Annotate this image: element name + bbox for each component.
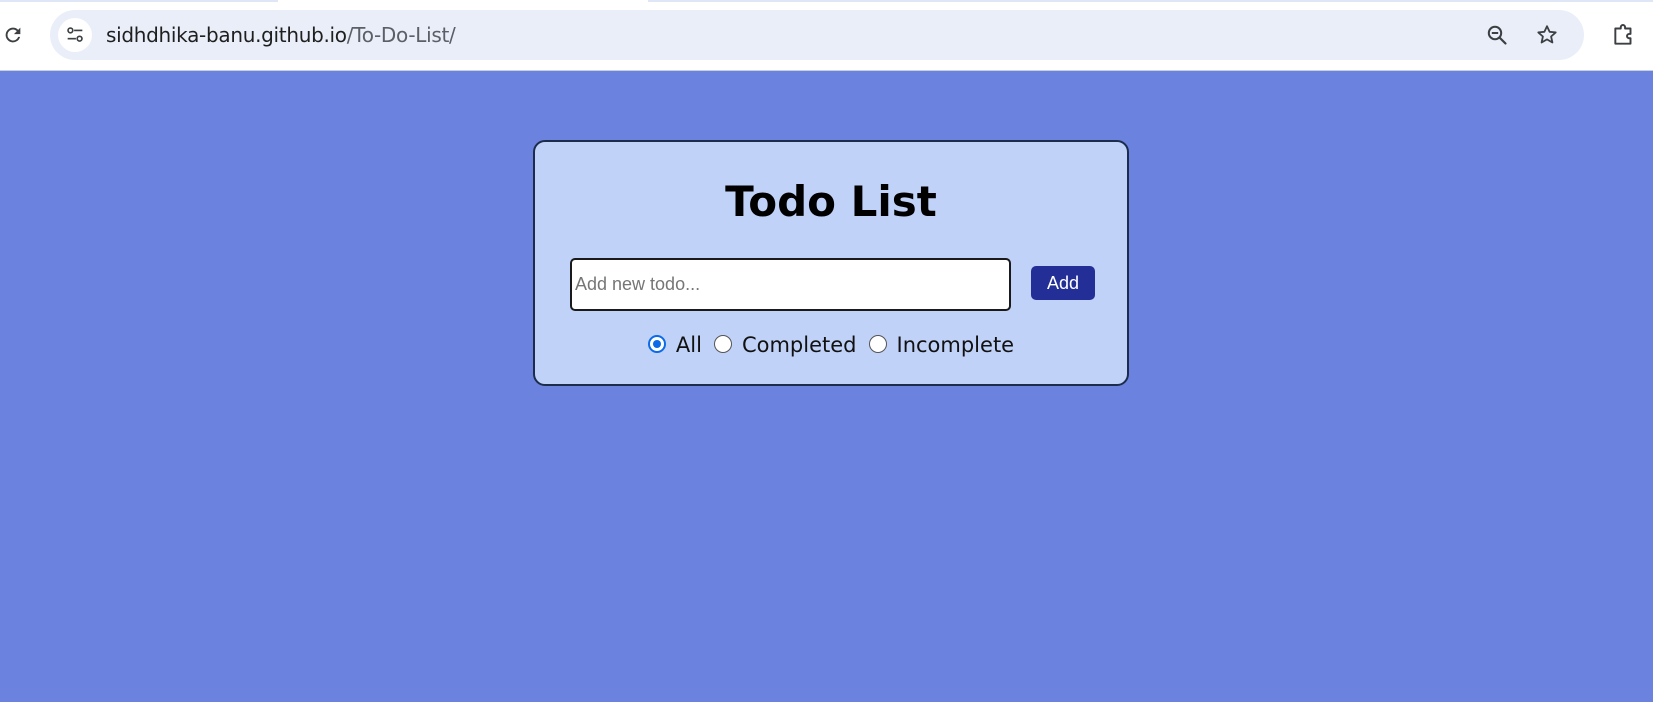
- filter-all-radio[interactable]: [647, 335, 666, 353]
- zoom-out-icon: [1487, 25, 1507, 45]
- zoom-button[interactable]: [1482, 20, 1512, 50]
- url-path: /To-Do-List/: [346, 23, 456, 47]
- active-tab-edge: [278, 0, 648, 2]
- filter-incomplete[interactable]: Incomplete: [868, 333, 1015, 357]
- site-info-button[interactable]: [58, 18, 92, 52]
- filter-group: All Completed Incomplete: [535, 328, 1127, 362]
- page-title: Todo List: [725, 177, 937, 226]
- address-bar[interactable]: sidhdhika-banu.github.io/To-Do-List/: [50, 10, 1584, 60]
- extensions-button[interactable]: [1608, 19, 1640, 51]
- tab-strip-edge: [0, 0, 1653, 2]
- filter-incomplete-radio[interactable]: [868, 335, 887, 353]
- filter-completed-label: Completed: [741, 333, 857, 357]
- star-icon: [1537, 25, 1557, 44]
- reload-button[interactable]: [0, 22, 26, 48]
- filter-all-label: All: [675, 333, 702, 357]
- puzzle-icon: [1614, 24, 1632, 45]
- browser-toolbar: sidhdhika-banu.github.io/To-Do-List/: [0, 0, 1653, 71]
- filter-incomplete-label: Incomplete: [896, 333, 1015, 357]
- url-host: sidhdhika-banu.github.io: [106, 23, 347, 47]
- new-todo-input[interactable]: [570, 258, 1011, 311]
- url-text[interactable]: sidhdhika-banu.github.io/To-Do-List/: [106, 10, 456, 60]
- reload-icon: [5, 27, 21, 43]
- filter-all[interactable]: All: [647, 333, 702, 357]
- tune-icon: [67, 27, 83, 42]
- filter-completed-radio[interactable]: [713, 335, 732, 353]
- add-button[interactable]: Add: [1031, 266, 1095, 300]
- bookmark-button[interactable]: [1532, 20, 1562, 50]
- todo-card: Todo List Add All Completed Incomplete: [533, 140, 1129, 386]
- filter-completed[interactable]: Completed: [713, 333, 857, 357]
